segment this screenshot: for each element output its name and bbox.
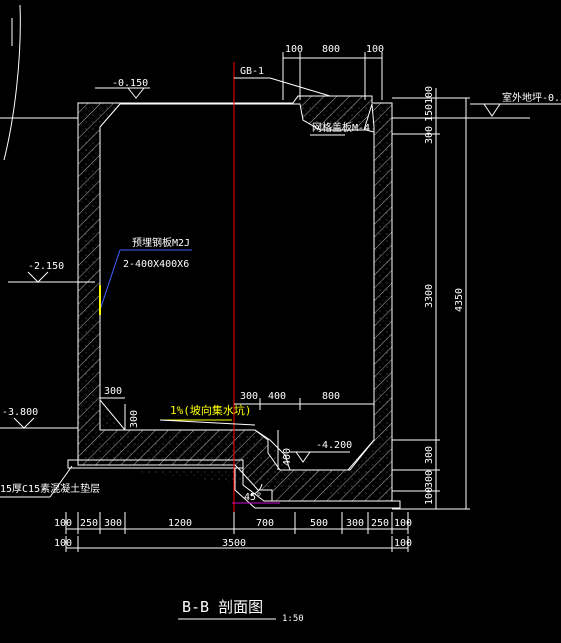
right-dim-7: 100 xyxy=(424,487,435,505)
gb-label: GB-1 xyxy=(240,66,264,77)
right-dimension: 100 150 300 3300 300 300 100 4350 xyxy=(392,86,470,510)
right-dim-3: 300 xyxy=(424,126,435,144)
cover-callout: 网格盖板M-4 xyxy=(310,121,370,136)
bottom-dim-7: 300 xyxy=(346,518,364,529)
right-dim-total: 4350 xyxy=(454,288,465,312)
bottom-dim-9: 100 xyxy=(394,518,412,529)
level-left-low: -3.800 xyxy=(0,407,78,429)
bottom-dim-3: 300 xyxy=(104,518,122,529)
cover-plate-label: 网格盖板M-4 xyxy=(312,121,370,134)
bottom-dim-5: 700 xyxy=(256,518,274,529)
level-sump-text: -4.200 xyxy=(316,440,352,451)
bottom-dimension-row1: 100 250 300 1200 700 500 300 250 100 xyxy=(54,512,412,534)
level-top-left: -0.150 xyxy=(95,78,150,99)
bottom-dimension-row2: 100 3500 100 xyxy=(54,536,412,552)
level-ground: 室外地坪-0.300 xyxy=(470,91,561,117)
embed-title: 预埋钢板M2J xyxy=(132,236,190,249)
embed-spec: 2-400X400X6 xyxy=(123,259,189,270)
level-left-mid-text: -2.150 xyxy=(28,261,64,272)
level-left-low-text: -3.800 xyxy=(2,407,38,418)
title-scale: 1:50 xyxy=(282,614,304,624)
angle-label: 45° xyxy=(244,492,262,503)
sump-dim-400: 400 xyxy=(282,448,293,466)
top-dim-3: 100 xyxy=(366,44,384,55)
top-dim-1: 100 xyxy=(285,44,303,55)
left-chamfer-width: 300 xyxy=(129,410,140,428)
bottom-dim-2: 250 xyxy=(80,518,98,529)
right-dim-4: 3300 xyxy=(424,284,435,308)
slope-label: 1%(坡向集水坑) xyxy=(170,403,252,417)
mid-dim-300: 300 xyxy=(240,391,258,402)
bedding-label: 15厚C15素混凝土垫层 xyxy=(0,482,100,495)
top-dimension: 100 800 100 xyxy=(282,44,384,100)
bottom-dim-1: 100 xyxy=(54,518,72,529)
mid-dim-800: 800 xyxy=(322,391,340,402)
bottom2-dim-3: 100 xyxy=(394,538,412,549)
level-ground-text: 室外地坪-0.300 xyxy=(502,91,561,104)
section-drawing: -0.150 室外地坪-0.300 -2.150 -3.800 -4.200 G… xyxy=(0,4,561,624)
right-dim-6: 300 xyxy=(424,470,435,488)
left-chamfer-height: 300 xyxy=(104,386,122,397)
bottom2-dim-2: 3500 xyxy=(222,538,246,549)
top-dim-2: 800 xyxy=(322,44,340,55)
title-text: B-B 剖面图 xyxy=(182,598,263,616)
bottom-dim-4: 1200 xyxy=(168,518,192,529)
right-dim-2: 150 xyxy=(424,104,435,122)
bottom2-dim-1: 100 xyxy=(54,538,72,549)
bedding-callout: 15厚C15素混凝土垫层 xyxy=(0,465,100,498)
bottom-dim-8: 250 xyxy=(371,518,389,529)
gb-callout: GB-1 xyxy=(234,66,331,97)
mid-dim-400: 400 xyxy=(268,391,286,402)
level-top-left-text: -0.150 xyxy=(112,78,148,89)
right-dim-5: 300 xyxy=(424,446,435,464)
drawing-title: B-B 剖面图 1:50 xyxy=(178,598,304,624)
bottom-dim-6: 500 xyxy=(310,518,328,529)
right-dim-1: 100 xyxy=(424,86,435,104)
